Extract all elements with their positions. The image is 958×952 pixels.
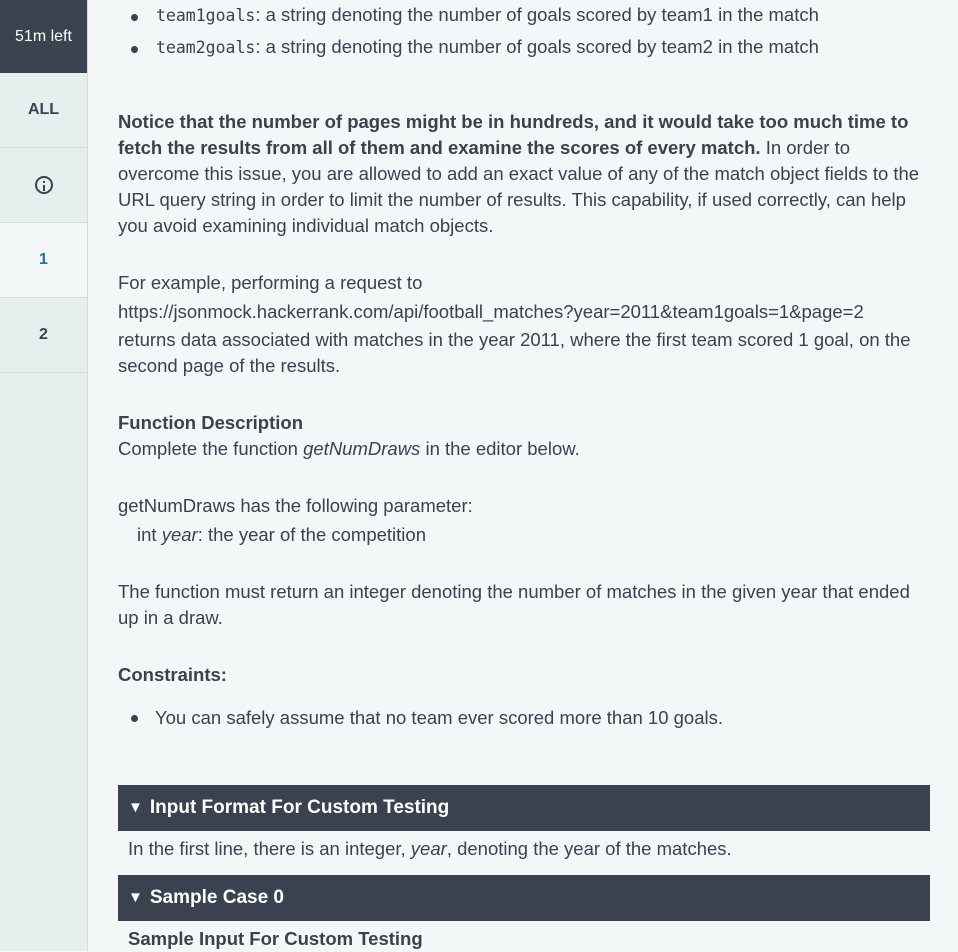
input-format-pre: In the first line, there is an integer,: [128, 838, 411, 859]
sidebar-item-question-1[interactable]: 1: [0, 223, 87, 298]
triangle-down-icon: ▼: [128, 889, 143, 906]
input-format-text: In the first line, there is an integer, …: [128, 836, 940, 862]
field-name: team2goals: [156, 38, 256, 57]
sample-case-toggle[interactable]: ▼ Sample Case 0: [118, 875, 930, 921]
input-format-var: year: [410, 838, 447, 859]
field-list: team1goals: a string denoting the number…: [118, 1, 819, 65]
function-description-post: in the editor below.: [420, 438, 580, 459]
parameter-type: int: [137, 524, 162, 545]
input-format-title: Input Format For Custom Testing: [149, 797, 450, 818]
function-description-heading: Function Description: [118, 412, 303, 433]
parameter-desc: : the year of the competition: [197, 524, 426, 545]
list-item: team1goals: a string denoting the number…: [118, 1, 819, 33]
function-name: getNumDraws: [303, 438, 421, 459]
function-description-pre: Complete the function: [118, 438, 304, 459]
sidebar-item-info[interactable]: [0, 148, 87, 223]
input-format-post: , denoting the year of the matches.: [446, 838, 732, 859]
field-desc: : a string denoting the number of goals …: [255, 4, 819, 25]
sidebar-item-question-2[interactable]: 2: [0, 298, 87, 373]
question-sidebar: 51m left ALL 1 2: [0, 0, 88, 951]
example-url: https://jsonmock.hackerrank.com/api/foot…: [118, 301, 864, 322]
field-desc: : a string denoting the number of goals …: [255, 36, 819, 57]
parameter-name: year: [161, 524, 198, 545]
example-rest: returns data associated with matches in …: [118, 329, 911, 376]
timer: 51m left: [0, 0, 87, 73]
triangle-down-icon: ▼: [128, 799, 143, 816]
parameter-line: int year: the year of the competition: [137, 522, 949, 548]
constraints-heading: Constraints:: [118, 664, 227, 685]
example-intro: For example, performing a request to: [118, 272, 423, 293]
info-icon: [34, 176, 53, 194]
notice-paragraph: Notice that the number of pages might be…: [118, 109, 930, 239]
sidebar-item-all[interactable]: ALL: [0, 73, 87, 148]
return-description: The function must return an integer deno…: [118, 581, 910, 628]
list-item: team2goals: a string denoting the number…: [118, 33, 819, 65]
function-description-text: Complete the function getNumDraws in the…: [118, 436, 930, 462]
parameter-intro: getNumDraws has the following parameter:: [118, 495, 473, 516]
sample-case-title: Sample Case 0: [149, 887, 284, 908]
constraint-item: You can safely assume that no team ever …: [118, 705, 723, 731]
field-name: team1goals: [156, 6, 256, 25]
input-format-toggle[interactable]: ▼ Input Format For Custom Testing: [118, 785, 930, 831]
sample-input-heading: Sample Input For Custom Testing: [128, 928, 423, 949]
